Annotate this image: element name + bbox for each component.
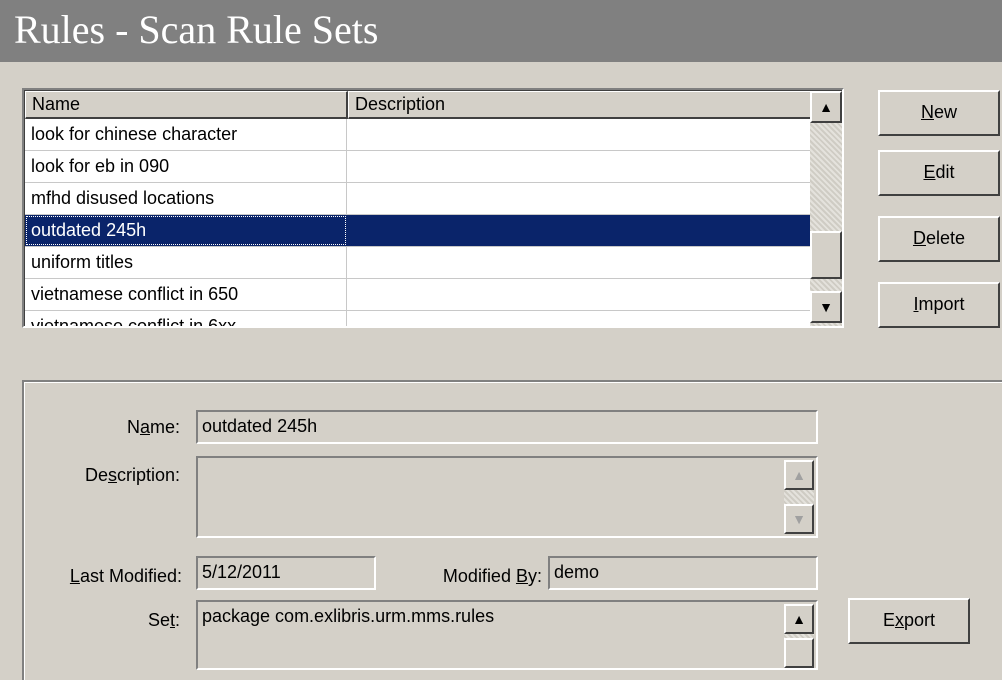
table-row[interactable]: look for eb in 090 <box>25 151 815 183</box>
description-scrollbar[interactable]: ▲ ▼ <box>784 460 814 534</box>
row-description <box>347 119 815 150</box>
triangle-up-icon[interactable]: ▲ <box>784 460 814 490</box>
column-header-description[interactable]: Description <box>348 91 816 119</box>
set-scrollbar[interactable]: ▲ <box>784 604 814 668</box>
last-modified-field[interactable]: 5/12/2011 <box>196 556 376 590</box>
rule-set-list[interactable]: Name Description look for chinese charac… <box>22 88 844 328</box>
name-label: Name: <box>126 417 180 437</box>
row-name: look for chinese character <box>25 119 347 150</box>
edit-button[interactable]: Edit <box>878 150 1000 196</box>
row-description <box>347 247 815 278</box>
table-row[interactable]: look for chinese character <box>25 119 815 151</box>
scrollbar-thumb[interactable] <box>810 231 842 279</box>
row-name: outdated 245h <box>25 215 347 246</box>
description-label: Description: <box>84 465 180 485</box>
triangle-up-icon[interactable]: ▲ <box>784 604 814 634</box>
row-description <box>347 215 815 246</box>
window-title: Rules - Scan Rule Sets <box>14 7 379 52</box>
delete-button[interactable]: Delete <box>878 216 1000 262</box>
list-vertical-scrollbar[interactable]: ▲ ▼ <box>810 91 842 326</box>
row-name: vietnamese conflict in 650 <box>25 279 347 310</box>
name-field[interactable]: outdated 245h <box>196 410 818 444</box>
modified-by-label: Modified By: <box>442 566 542 586</box>
description-field[interactable]: ▲ ▼ <box>196 456 818 538</box>
scrollbar-thumb[interactable] <box>784 638 814 668</box>
column-header-name[interactable]: Name <box>25 91 348 119</box>
triangle-down-icon[interactable]: ▼ <box>810 291 842 323</box>
table-row-selected[interactable]: outdated 245h <box>25 215 815 247</box>
row-description <box>347 151 815 182</box>
table-row[interactable]: vietnamese conflict in 650 <box>25 279 815 311</box>
row-name: look for eb in 090 <box>25 151 347 182</box>
table-row[interactable]: uniform titles <box>25 247 815 279</box>
row-description <box>347 183 815 214</box>
import-button[interactable]: Import <box>878 282 1000 328</box>
table-row[interactable]: mfhd disused locations <box>25 183 815 215</box>
row-description <box>347 279 815 310</box>
triangle-down-icon[interactable]: ▼ <box>784 504 814 534</box>
modified-by-field[interactable]: demo <box>548 556 818 590</box>
row-name: mfhd disused locations <box>25 183 347 214</box>
export-button[interactable]: Export <box>848 598 970 644</box>
row-name: uniform titles <box>25 247 347 278</box>
row-name: vietnamese conflict in 6xx <box>25 311 347 326</box>
row-description <box>347 311 815 326</box>
new-button[interactable]: New <box>878 90 1000 136</box>
last-modified-label: Last Modified: <box>69 566 182 586</box>
set-label: Set: <box>147 610 180 630</box>
table-row[interactable]: vietnamese conflict in 6xx <box>25 311 815 326</box>
window-titlebar: Rules - Scan Rule Sets <box>0 0 1002 62</box>
set-field[interactable]: package com.exlibris.urm.mms.rules ▲ <box>196 600 818 670</box>
triangle-up-icon[interactable]: ▲ <box>810 91 842 123</box>
list-rows: look for chinese character look for eb i… <box>25 119 815 326</box>
